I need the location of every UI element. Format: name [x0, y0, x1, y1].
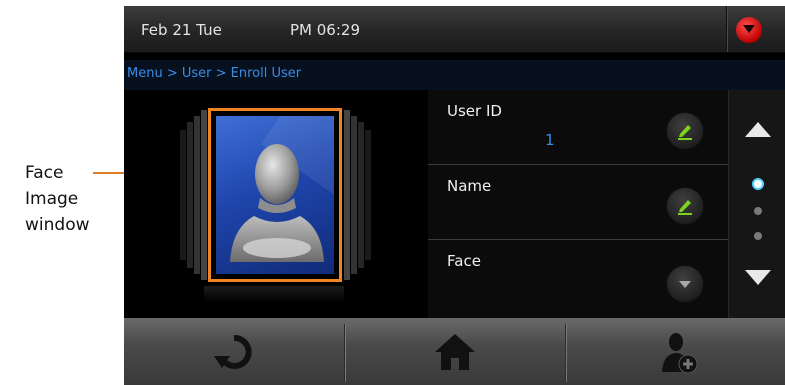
- callout-line-2: Image: [25, 189, 79, 209]
- edit-user-id-button[interactable]: [667, 113, 703, 149]
- user-id-value: 1: [545, 131, 555, 149]
- list-item-user-id: User ID 1: [428, 90, 728, 165]
- frame-reflection: [204, 286, 344, 302]
- breadcrumb: Menu > User > Enroll User: [124, 60, 785, 90]
- face-image-frame[interactable]: [208, 108, 342, 282]
- user-silhouette-icon: [230, 144, 324, 262]
- status-bar-divider: [726, 6, 727, 52]
- face-label: Face: [447, 252, 481, 270]
- refresh-icon: [214, 335, 252, 369]
- list-item-face: Face: [428, 240, 728, 314]
- time-label: PM 06:29: [290, 21, 360, 39]
- dropdown-arrow-icon: [679, 281, 691, 288]
- home-icon: [435, 334, 475, 370]
- breadcrumb-text[interactable]: Menu > User > Enroll User: [127, 66, 301, 81]
- scroll-up-arrow-icon[interactable]: [745, 122, 771, 137]
- add-user-icon: [662, 333, 698, 374]
- menu-dropdown-button[interactable]: [736, 17, 762, 43]
- device-screen: Feb 21 Tue PM 06:29 Menu > User > Enroll…: [124, 6, 785, 385]
- edit-name-button[interactable]: [667, 188, 703, 224]
- status-bar: Feb 21 Tue PM 06:29: [124, 6, 785, 53]
- edit-pencil-icon: [678, 200, 692, 215]
- add-user-button[interactable]: [566, 318, 785, 385]
- scroll-down-arrow-icon[interactable]: [745, 270, 771, 285]
- callout-line-3: window: [25, 215, 90, 235]
- name-label: Name: [447, 177, 492, 195]
- refresh-button[interactable]: [124, 318, 344, 385]
- bottom-toolbar: [124, 318, 785, 385]
- page-dot-3: [754, 232, 762, 240]
- face-image: [216, 116, 334, 274]
- date-label: Feb 21 Tue: [141, 21, 222, 39]
- page-dot-2: [754, 207, 762, 215]
- list-item-name: Name: [428, 165, 728, 240]
- red-down-arrow-icon: [743, 25, 755, 33]
- edit-pencil-icon: [678, 125, 692, 140]
- home-button[interactable]: [345, 318, 565, 385]
- face-image-window: [124, 90, 428, 318]
- page-dot-1: [752, 178, 764, 190]
- user-id-label: User ID: [447, 102, 502, 120]
- face-dropdown-button[interactable]: [667, 266, 703, 302]
- scroll-controls: [728, 90, 785, 318]
- enroll-fields-list: User ID 1 Name Face: [428, 90, 728, 318]
